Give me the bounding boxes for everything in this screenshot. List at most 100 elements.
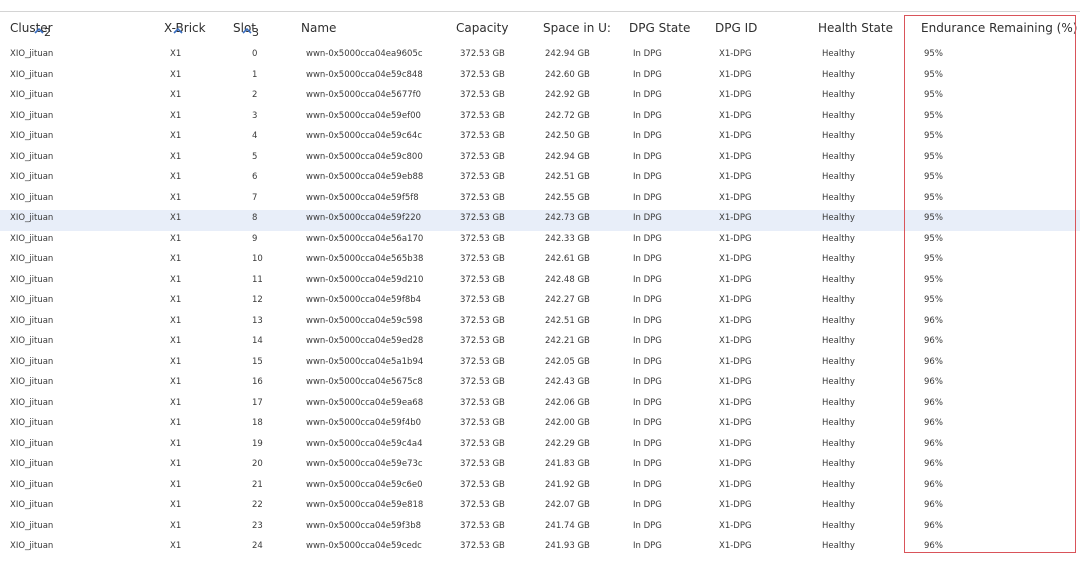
- cell-health-state: Healthy: [822, 151, 855, 162]
- column-header-capacity[interactable]: Capacity: [456, 21, 508, 35]
- cell-dpg-state: In DPG: [633, 295, 662, 305]
- cell-capacity: 372.53 GB: [460, 254, 505, 264]
- cell-space-in-use: 242.07 GB: [545, 500, 590, 510]
- cell-capacity: 372.53 GB: [460, 541, 505, 551]
- cell-space-in-use: 242.00 GB: [545, 418, 590, 428]
- cell-capacity: 372.53 GB: [460, 90, 505, 100]
- cell-cluster: XIO_jituan: [10, 131, 54, 141]
- cell-slot: 13: [252, 315, 263, 326]
- cell-cluster: XIO_jituan: [10, 336, 54, 346]
- cell-slot: 2: [252, 90, 258, 100]
- cell-xbrick: X1: [170, 479, 182, 490]
- cell-slot: 10: [252, 254, 263, 264]
- cell-space-in-use: 242.27 GB: [545, 295, 590, 305]
- cell-name: wwn-0x5000cca04e56a170: [306, 233, 424, 244]
- cell-dpg-state: In DPG: [633, 192, 662, 203]
- cell-name: wwn-0x5000cca04e59c6e0: [306, 479, 423, 490]
- cell-slot: 3: [252, 110, 258, 121]
- sort-indicator-xbrick[interactable]: [173, 25, 193, 41]
- cell-xbrick: X1: [170, 500, 182, 510]
- cell-dpg-state: In DPG: [633, 479, 662, 490]
- cell-health-state: Healthy: [822, 418, 855, 428]
- cell-slot: 15: [252, 356, 263, 367]
- cell-health-state: Healthy: [822, 377, 855, 387]
- cell-dpg-state: In DPG: [633, 500, 662, 510]
- column-header-space-in-use[interactable]: Space in U:: [543, 21, 611, 35]
- cell-slot: 4: [252, 131, 258, 141]
- cell-dpg-id: X1-DPG: [719, 254, 752, 264]
- cell-slot: 16: [252, 377, 263, 387]
- cell-dpg-state: In DPG: [633, 541, 662, 551]
- cell-capacity: 372.53 GB: [460, 172, 505, 182]
- cell-capacity: 372.53 GB: [460, 377, 505, 387]
- cell-xbrick: X1: [170, 397, 182, 408]
- cell-cluster: XIO_jituan: [10, 541, 54, 551]
- cell-name: wwn-0x5000cca04e5a1b94: [306, 356, 424, 367]
- cell-slot: 23: [252, 520, 263, 531]
- cell-health-state: Healthy: [822, 49, 855, 59]
- cell-dpg-id: X1-DPG: [719, 336, 752, 346]
- cell-cluster: XIO_jituan: [10, 254, 54, 264]
- cell-cluster: XIO_jituan: [10, 151, 54, 162]
- cell-capacity: 372.53 GB: [460, 213, 505, 223]
- cell-capacity: 372.53 GB: [460, 520, 505, 531]
- cell-cluster: XIO_jituan: [10, 192, 54, 203]
- cell-health-state: Healthy: [822, 438, 855, 449]
- sort-ascending-icon: [173, 27, 183, 34]
- cell-health-state: Healthy: [822, 295, 855, 305]
- cell-cluster: XIO_jituan: [10, 213, 54, 223]
- cell-xbrick: X1: [170, 356, 182, 367]
- cell-capacity: 372.53 GB: [460, 418, 505, 428]
- cell-xbrick: X1: [170, 49, 182, 59]
- cell-dpg-id: X1-DPG: [719, 438, 752, 449]
- cell-slot: 17: [252, 397, 263, 408]
- cell-slot: 18: [252, 418, 263, 428]
- cell-capacity: 372.53 GB: [460, 500, 505, 510]
- cell-space-in-use: 242.51 GB: [545, 172, 590, 182]
- cell-name: wwn-0x5000cca04e59eb88: [306, 172, 424, 182]
- sort-indicator-slot[interactable]: 3: [242, 25, 262, 41]
- cell-capacity: 372.53 GB: [460, 336, 505, 346]
- cell-name: wwn-0x5000cca04e59e818: [306, 500, 424, 510]
- cell-xbrick: X1: [170, 131, 182, 141]
- cell-space-in-use: 241.93 GB: [545, 541, 590, 551]
- cell-capacity: 372.53 GB: [460, 315, 505, 326]
- cell-space-in-use: 242.94 GB: [545, 151, 590, 162]
- sort-indicator-cluster[interactable]: 2: [34, 25, 54, 41]
- cell-dpg-id: X1-DPG: [719, 500, 752, 510]
- cell-capacity: 372.53 GB: [460, 274, 505, 285]
- cell-xbrick: X1: [170, 438, 182, 449]
- cell-xbrick: X1: [170, 110, 182, 121]
- cell-xbrick: X1: [170, 192, 182, 203]
- cell-health-state: Healthy: [822, 192, 855, 203]
- column-header-dpg-id[interactable]: DPG ID: [715, 21, 757, 35]
- cell-space-in-use: 242.06 GB: [545, 397, 590, 408]
- cell-name: wwn-0x5000cca04e59c4a4: [306, 438, 423, 449]
- cell-dpg-id: X1-DPG: [719, 315, 752, 326]
- cell-space-in-use: 242.51 GB: [545, 315, 590, 326]
- column-header-dpg-state[interactable]: DPG State: [629, 21, 690, 35]
- cell-space-in-use: 242.55 GB: [545, 192, 590, 203]
- cell-name: wwn-0x5000cca04e59d210: [306, 274, 424, 285]
- cell-health-state: Healthy: [822, 233, 855, 244]
- cell-dpg-state: In DPG: [633, 151, 662, 162]
- cell-xbrick: X1: [170, 315, 182, 326]
- cell-dpg-id: X1-DPG: [719, 295, 752, 305]
- cell-dpg-state: In DPG: [633, 254, 662, 264]
- column-header-health-state[interactable]: Health State: [818, 21, 893, 35]
- cell-capacity: 372.53 GB: [460, 49, 505, 59]
- column-header-name[interactable]: Name: [301, 21, 336, 35]
- cell-name: wwn-0x5000cca04e59f220: [306, 213, 422, 223]
- cell-dpg-state: In DPG: [633, 172, 662, 182]
- cell-capacity: 372.53 GB: [460, 397, 505, 408]
- cell-dpg-state: In DPG: [633, 213, 662, 223]
- cell-name: wwn-0x5000cca04e59c848: [306, 69, 423, 80]
- cell-space-in-use: 241.83 GB: [545, 459, 590, 469]
- cell-xbrick: X1: [170, 254, 182, 264]
- cell-space-in-use: 241.92 GB: [545, 479, 590, 490]
- cell-dpg-id: X1-DPG: [719, 479, 752, 490]
- cell-slot: 0: [252, 49, 258, 59]
- cell-slot: 24: [252, 541, 263, 551]
- cell-dpg-state: In DPG: [633, 336, 662, 346]
- sort-ascending-icon: [34, 27, 44, 34]
